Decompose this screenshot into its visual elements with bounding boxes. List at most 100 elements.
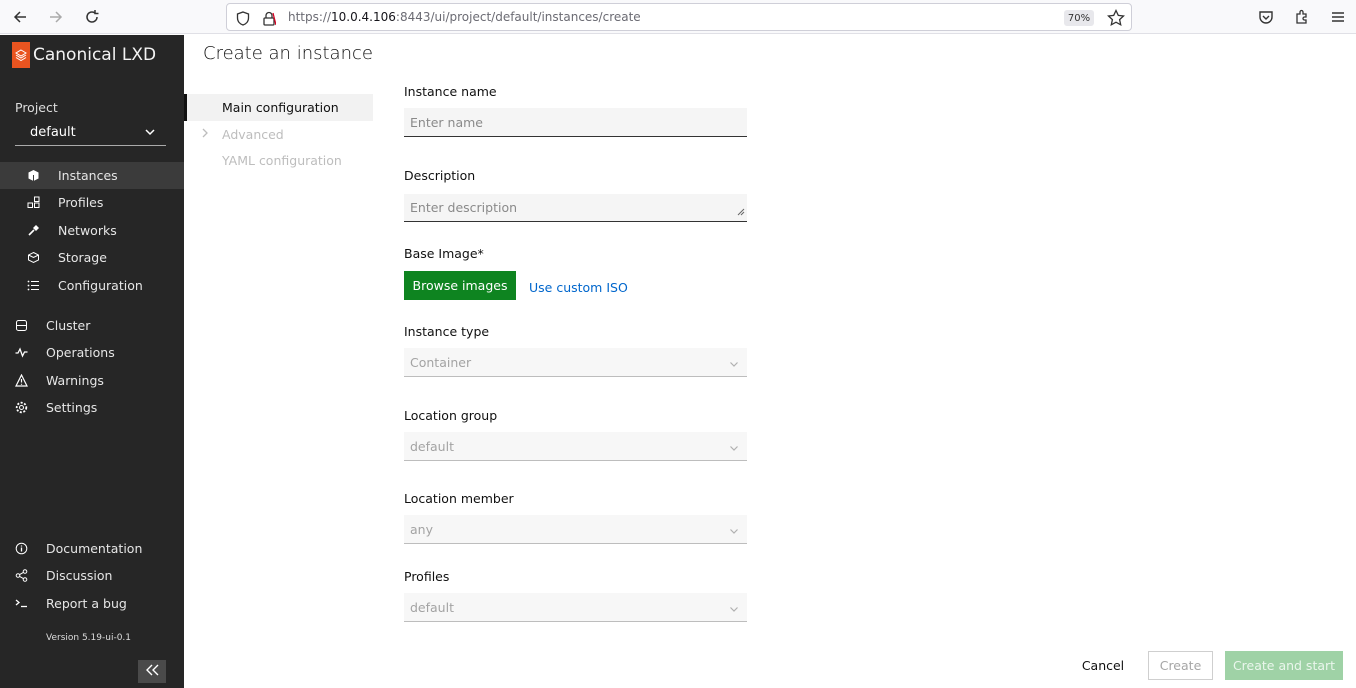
cluster-icon [14, 319, 28, 333]
sidebar-item-label: Networks [58, 223, 117, 238]
page-title: Create an instance [203, 43, 373, 64]
sidebar-item-label: Operations [46, 345, 115, 360]
sidebar-item-label: Instances [58, 168, 118, 183]
sidebar-item-configuration[interactable]: Configuration [0, 272, 184, 299]
browse-images-button[interactable]: Browse images [404, 271, 516, 300]
sidebar-item-label: Profiles [58, 195, 104, 210]
shield-icon[interactable] [235, 10, 251, 26]
sidebar-item-settings[interactable]: Settings [0, 394, 184, 421]
url-bar[interactable]: https://10.0.4.106:8443/ui/project/defau… [226, 3, 1132, 31]
project-select[interactable]: default [15, 119, 166, 146]
description-placeholder: Enter description [410, 200, 518, 215]
tab-label: Main configuration [222, 100, 339, 115]
back-icon[interactable] [9, 7, 31, 27]
sidebar: Canonical LXD Project default Instances … [0, 35, 184, 688]
project-select-value: default [30, 124, 76, 140]
profiles-icon [26, 196, 40, 210]
sidebar-item-warnings[interactable]: Warnings [0, 367, 184, 394]
resize-handle-icon[interactable] [737, 204, 745, 219]
browser-toolbar: https://10.0.4.106:8443/ui/project/defau… [0, 0, 1356, 34]
sidebar-item-label: Cluster [46, 318, 91, 333]
sidebar-item-label: Documentation [46, 541, 143, 556]
double-chevron-left-icon [144, 662, 160, 681]
cancel-button[interactable]: Cancel [1074, 651, 1132, 680]
brand[interactable]: Canonical LXD [12, 42, 156, 68]
instance-type-label: Instance type [404, 324, 490, 339]
url-path: :8443/ui/project/default/instances/creat… [395, 10, 641, 24]
instance-type-value: Container [410, 354, 472, 370]
storage-icon [26, 251, 40, 265]
chevron-down-icon [729, 441, 739, 456]
instance-name-input[interactable]: Enter name [404, 108, 747, 137]
sidebar-item-report-bug[interactable]: Report a bug [0, 590, 184, 617]
profiles-select[interactable]: default [404, 593, 747, 622]
sidebar-item-instances[interactable]: Instances [0, 162, 184, 189]
profiles-label: Profiles [404, 569, 450, 584]
tab-label: Advanced [222, 127, 284, 142]
tab-main-configuration[interactable]: Main configuration [184, 94, 373, 121]
url-text: https://10.0.4.106:8443/ui/project/defau… [288, 10, 641, 24]
collapse-sidebar-button[interactable] [138, 660, 166, 683]
chevron-right-icon[interactable] [200, 127, 210, 142]
sidebar-item-cluster[interactable]: Cluster [0, 312, 184, 339]
configuration-icon [26, 279, 40, 293]
chevron-down-icon [729, 357, 739, 372]
extensions-icon[interactable] [1291, 7, 1313, 27]
brand-name: Canonical LXD [33, 45, 157, 65]
instance-name-label: Instance name [404, 84, 497, 99]
forward-icon[interactable] [45, 7, 67, 27]
zoom-indicator[interactable]: 70% [1064, 10, 1094, 26]
create-and-start-button[interactable]: Create and start [1225, 651, 1343, 680]
operations-icon [14, 346, 28, 360]
menu-icon[interactable] [1327, 7, 1349, 27]
base-image-label: Base Image* [404, 246, 484, 261]
sidebar-item-operations[interactable]: Operations [0, 339, 184, 366]
location-member-select[interactable]: any [404, 515, 747, 544]
sidebar-item-networks[interactable]: Networks [0, 217, 184, 244]
location-member-value: any [410, 521, 433, 537]
sidebar-item-label: Warnings [46, 373, 104, 388]
sidebar-item-discussion[interactable]: Discussion [0, 562, 184, 589]
tab-label: YAML configuration [222, 153, 342, 168]
discussion-icon [14, 569, 28, 583]
settings-icon [14, 401, 28, 415]
documentation-icon [14, 542, 28, 556]
location-group-value: default [410, 438, 454, 454]
location-member-label: Location member [404, 491, 514, 506]
profiles-value: default [410, 599, 454, 615]
project-label: Project [15, 100, 58, 115]
url-prefix: https:// [288, 10, 332, 24]
location-group-label: Location group [404, 408, 498, 423]
chevron-down-icon [144, 126, 156, 142]
create-instance-form: Instance name Enter name Description Ent… [404, 80, 747, 640]
warnings-icon [14, 374, 28, 388]
sidebar-item-storage[interactable]: Storage [0, 244, 184, 271]
sidebar-item-label: Settings [46, 400, 98, 415]
report-bug-icon [14, 597, 28, 611]
networks-icon [26, 224, 40, 238]
chevron-down-icon [729, 524, 739, 539]
version-text: Version 5.19-ui-0.1 [46, 633, 132, 643]
instance-type-select[interactable]: Container [404, 348, 747, 377]
sidebar-item-profiles[interactable]: Profiles [0, 189, 184, 216]
instances-icon [26, 169, 40, 183]
tab-advanced[interactable]: Advanced [184, 121, 373, 148]
sidebar-item-label: Discussion [46, 568, 113, 583]
lxd-logo-icon [12, 42, 30, 68]
location-group-select[interactable]: default [404, 432, 747, 461]
create-button[interactable]: Create [1148, 651, 1213, 680]
description-textarea[interactable]: Enter description [404, 194, 747, 222]
tab-yaml-configuration[interactable]: YAML configuration [184, 147, 373, 174]
chevron-down-icon [729, 602, 739, 617]
lock-icon[interactable] [261, 10, 277, 26]
sidebar-item-label: Report a bug [46, 596, 127, 611]
bookmark-star-icon[interactable] [1107, 8, 1125, 27]
url-host: 10.0.4.106 [331, 10, 396, 24]
reload-icon[interactable] [81, 7, 103, 27]
description-label: Description [404, 168, 476, 183]
sidebar-item-label: Configuration [58, 278, 143, 293]
pocket-icon[interactable] [1255, 7, 1277, 27]
use-custom-iso-link[interactable]: Use custom ISO [529, 280, 628, 295]
sidebar-item-label: Storage [58, 250, 107, 265]
sidebar-item-documentation[interactable]: Documentation [0, 535, 184, 562]
